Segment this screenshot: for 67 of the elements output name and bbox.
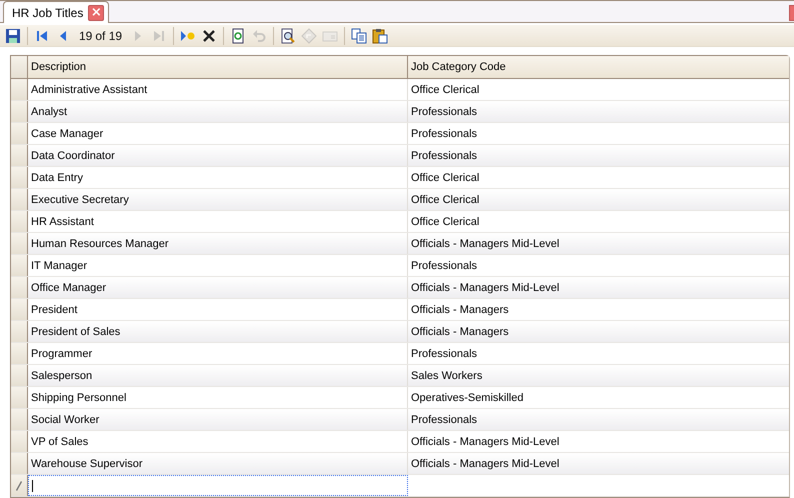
table-cell: President of Sales [28,321,408,342]
table-cell: Data Coordinator [28,145,408,166]
table-cell: Case Manager [28,123,408,144]
table-cell: VP of Sales [28,431,408,452]
table-cell-text: Officials - Managers Mid-Level [410,236,560,252]
table-cell: IT Manager [28,255,408,276]
row-header[interactable] [11,409,28,430]
row-header[interactable] [11,79,28,100]
table-cell-text: Professionals [410,104,478,120]
table-cell: Administrative Assistant [28,79,408,100]
table-cell: Analyst [28,101,408,122]
table-cell: Social Worker [28,409,408,430]
table-cell-text: Officials - Managers Mid-Level [410,280,560,296]
column-header[interactable]: Job Category Code [408,56,789,78]
table-cell-text: Professionals [410,126,478,142]
table-cell: Human Resources Manager [28,233,408,254]
row-header[interactable] [11,189,28,210]
row-header[interactable] [11,123,28,144]
row-header[interactable] [11,101,28,122]
table-cell: President [28,299,408,320]
row-header[interactable] [11,343,28,364]
save-icon[interactable] [4,26,22,44]
row-header[interactable] [11,475,28,496]
record-position[interactable]: 19 [79,28,92,42]
row-header[interactable] [11,453,28,474]
table-cell: Warehouse Supervisor [28,453,408,474]
table-cell-text: Office Clerical [410,214,480,230]
row-header[interactable] [11,365,28,386]
row-header[interactable] [11,277,28,298]
table-cell-text: Operatives-Semiskilled [410,390,524,406]
table-cell-text: Officials - Managers Mid-Level [410,456,560,472]
row-header[interactable] [11,233,28,254]
table-cell-text: Officials - Managers [410,324,510,340]
table-cell: Salesperson [28,365,408,386]
row-header[interactable] [11,321,28,342]
paste-icon[interactable] [371,26,390,44]
table-cell: Data Entry [28,167,408,188]
table-cell-text: Professionals [410,412,478,428]
input-field[interactable] [28,475,408,496]
table-cell-text: Professionals [410,148,478,164]
table-cell: Shipping Personnel [28,387,408,408]
table-cell-text: Office Clerical [410,82,480,98]
table-cell-text: Professionals [410,346,478,362]
print-preview-icon[interactable] [279,26,298,44]
copy-icon[interactable] [350,26,368,44]
row-header[interactable] [11,145,28,166]
row-header[interactable] [11,211,28,232]
row-header[interactable] [11,255,28,276]
table-cell-text: Office Clerical [410,192,480,208]
row-header[interactable] [11,431,28,452]
row-header[interactable] [11,167,28,188]
row-header[interactable] [11,299,28,320]
table-cell: Office Manager [28,277,408,298]
pencil-icon [15,480,23,492]
table-cell: Executive Secretary [28,189,408,210]
row-header[interactable] [11,387,28,408]
table-cell-text: Sales Workers [410,368,484,384]
tab[interactable]: HR Job Titles × [3,1,110,23]
table-cell-text: Professionals [410,258,478,274]
record-count: of 19 [95,28,122,42]
table-cell: HR Assistant [28,211,408,232]
tab-title: HR Job Titles [12,6,84,20]
table-cell: Programmer [28,343,408,364]
table-cell-text: Officials - Managers Mid-Level [410,434,560,450]
table-cell-text: Office Clerical [410,170,480,186]
column-header[interactable]: Description [28,56,408,78]
table-cell-text: Officials - Managers [410,302,510,318]
